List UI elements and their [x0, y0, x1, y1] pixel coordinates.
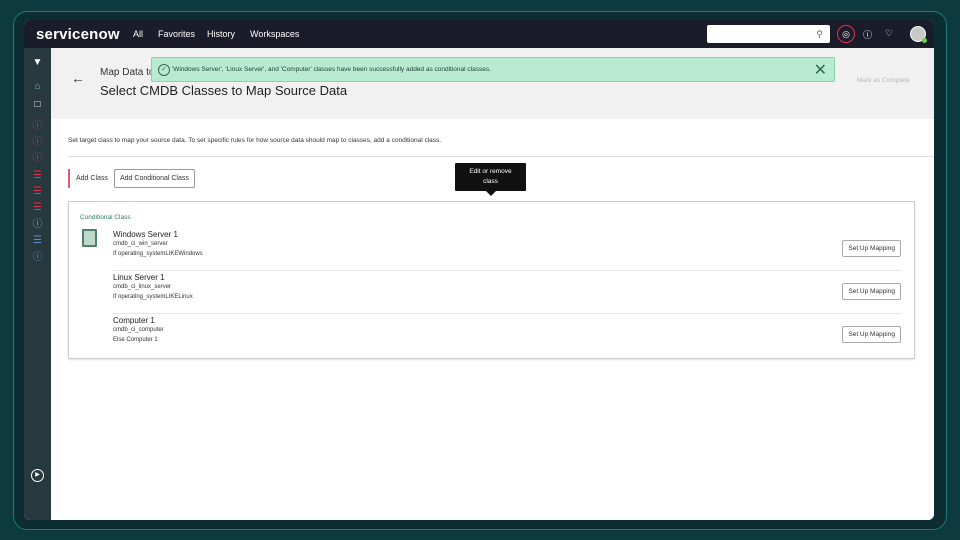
class-condition: If operating_systemLIKEWindows — [113, 251, 203, 257]
conditional-class-panel: Conditional Class Windows Server 1 cmdb_… — [68, 201, 915, 359]
top-navigation: servicenow All Favorites History Workspa… — [24, 20, 934, 48]
main-content: ← Map Data to Select CMDB Classes to Map… — [51, 48, 934, 520]
folder-icon[interactable]: □ — [31, 99, 44, 111]
class-condition: Else Computer 1 — [113, 337, 158, 343]
search-input[interactable]: ⚲ — [707, 25, 830, 43]
help-icon[interactable]: ⓘ — [863, 28, 872, 41]
home-icon[interactable]: ⌂ — [31, 81, 44, 93]
check-circle-icon: ✓ — [158, 64, 170, 76]
page-header: ← Map Data to Select CMDB Classes to Map… — [51, 48, 934, 119]
set-up-mapping-button[interactable]: Set Up Mapping — [842, 326, 901, 343]
toast-message: 'Windows Server', 'Linux Server', and 'C… — [172, 66, 491, 73]
status-dot — [922, 38, 927, 43]
tooltip-line: Edit or remove — [469, 168, 512, 175]
class-name[interactable]: Computer 1 — [113, 316, 155, 325]
document-icon — [82, 229, 97, 247]
filter-icon[interactable]: ▼ — [31, 57, 44, 69]
set-up-mapping-button[interactable]: Set Up Mapping — [842, 283, 901, 300]
add-conditional-class-button[interactable]: Add Conditional Class — [114, 169, 195, 188]
class-row: Computer 1 cmdb_ci_computer Else Compute… — [113, 314, 901, 357]
list-icon[interactable]: ☰ — [31, 202, 44, 214]
info-icon[interactable]: ⓘ — [31, 252, 44, 264]
class-table: cmdb_ci_win_server — [113, 241, 168, 247]
app-window: servicenow All Favorites History Workspa… — [24, 20, 934, 520]
tooltip: Edit or remove class — [455, 163, 526, 196]
nav-workspaces[interactable]: Workspaces — [250, 29, 299, 39]
list-icon[interactable]: ☰ — [31, 235, 44, 247]
alert-icon[interactable]: ⓘ — [31, 121, 44, 133]
nav-history[interactable]: History — [207, 29, 235, 39]
mark-complete-button[interactable]: Mark as Complete — [857, 77, 910, 84]
class-table: cmdb_ci_linux_server — [113, 284, 172, 290]
class-table: cmdb_ci_computer — [113, 327, 164, 333]
panel-label: Conditional Class — [80, 214, 131, 221]
bell-icon[interactable]: ♡ — [885, 28, 893, 39]
globe-icon[interactable]: ◎ — [837, 25, 855, 43]
avatar[interactable] — [910, 26, 927, 43]
class-name[interactable]: Linux Server 1 — [113, 273, 165, 282]
page-title: Select CMDB Classes to Map Source Data — [100, 83, 348, 98]
class-row: Linux Server 1 cmdb_ci_linux_server If o… — [113, 271, 901, 314]
info-icon[interactable]: ⓘ — [31, 219, 44, 231]
list-icon[interactable]: ☰ — [31, 186, 44, 198]
instructions-text: Set target class to map your source data… — [68, 137, 442, 144]
alert-icon[interactable]: ⓘ — [31, 153, 44, 165]
set-up-mapping-button[interactable]: Set Up Mapping — [842, 240, 901, 257]
add-class-button[interactable]: Add Class — [68, 169, 114, 188]
search-icon[interactable]: ⚲ — [816, 29, 823, 40]
back-arrow-icon[interactable]: ← — [71, 70, 85, 86]
class-name[interactable]: Windows Server 1 — [113, 230, 178, 239]
logo: servicenow — [36, 26, 120, 43]
success-toast: ✓ 'Windows Server', 'Linux Server', and … — [151, 57, 835, 82]
divider — [68, 156, 934, 157]
nav-favorites[interactable]: Favorites — [158, 29, 195, 39]
close-icon[interactable]: ✕ — [814, 60, 827, 80]
play-icon[interactable]: ▶ — [31, 469, 44, 482]
class-row: Windows Server 1 cmdb_ci_win_server If o… — [113, 228, 901, 271]
sidebar: ▼ ⌂ □ ⓘ ⓘ ⓘ ☰ ☰ ☰ ⓘ ☰ ⓘ ▶ — [24, 48, 51, 520]
class-condition: If operating_systemLIKELinux — [113, 294, 193, 300]
alert-icon[interactable]: ⓘ — [31, 137, 44, 149]
list-icon[interactable]: ☰ — [31, 170, 44, 182]
breadcrumb: Map Data to — [100, 67, 155, 78]
nav-all[interactable]: All — [133, 29, 143, 39]
tooltip-line: class — [483, 178, 498, 185]
